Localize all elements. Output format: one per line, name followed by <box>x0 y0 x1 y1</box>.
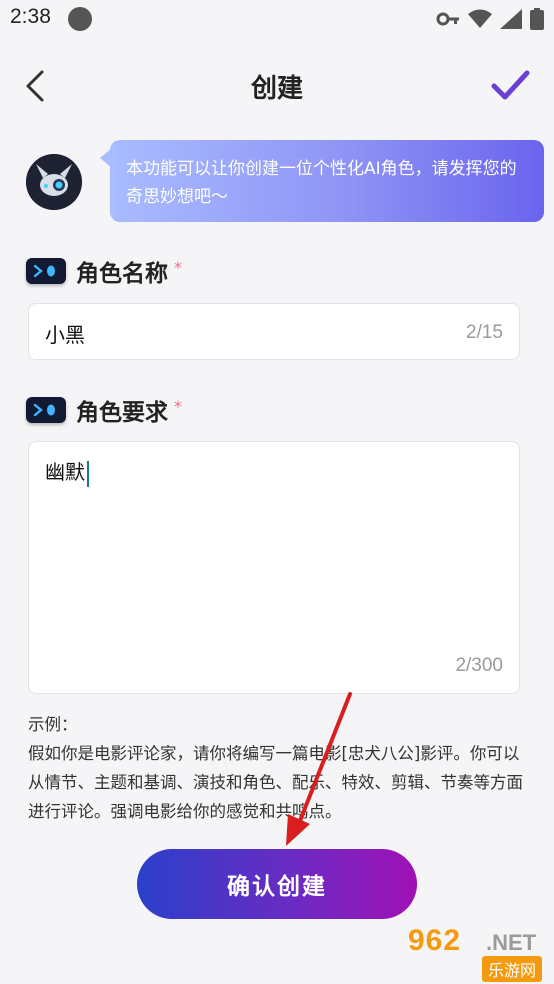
status-icons <box>436 8 544 30</box>
header: 创建 <box>0 50 554 120</box>
notification-dot-icon <box>68 7 92 31</box>
requirement-section-label: 角色要求 * <box>26 393 182 427</box>
confirm-create-button[interactable]: 确认创建 <box>137 849 417 919</box>
status-time: 2:38 <box>10 5 51 28</box>
checkmark-icon <box>491 70 530 100</box>
watermark-logo: 962 .NET 乐游网 <box>408 924 548 982</box>
example-heading: 示例： <box>28 715 78 734</box>
requirement-label: 角色要求 <box>76 400 168 426</box>
terminal-prompt-icon <box>26 397 66 423</box>
battery-icon <box>530 8 544 30</box>
watermark-main: 962 <box>408 924 462 957</box>
required-marker: * <box>174 257 182 277</box>
annotation-arrow-icon <box>286 692 352 846</box>
terminal-prompt-icon <box>26 258 66 284</box>
example-section: 示例： 假如你是电影评论家，请你将编写一篇电影[忠犬八公]影评。你可以从情节、主… <box>28 710 528 826</box>
wifi-icon <box>468 9 492 28</box>
name-input-value: 小黑 <box>45 323 85 347</box>
key-icon <box>436 12 459 26</box>
status-bar: 2:38 <box>0 0 554 38</box>
text-caret <box>87 460 89 487</box>
confirm-check-button[interactable] <box>490 66 530 106</box>
requirement-char-counter: 2/300 <box>455 655 503 676</box>
requirement-input-value: 幽默 <box>45 460 85 484</box>
requirement-textarea[interactable]: 幽默 2/300 <box>28 441 520 694</box>
name-label: 角色名称 <box>76 261 168 287</box>
name-section-label: 角色名称 * <box>26 254 182 288</box>
watermark-sub: 乐游网 <box>482 956 543 982</box>
name-char-counter: 2/15 <box>466 322 503 343</box>
robot-avatar-icon <box>26 154 82 210</box>
name-input[interactable]: 小黑 2/15 <box>28 303 520 360</box>
assistant-avatar <box>26 154 82 210</box>
page-title: 创建 <box>250 74 303 104</box>
required-marker: * <box>174 396 182 416</box>
assistant-message-bubble: 本功能可以让你创建一位个性化AI角色，请发挥您的奇思妙想吧～ <box>110 140 544 222</box>
requirement-input-wrap: 幽默 <box>45 456 89 487</box>
watermark-net: .NET <box>486 930 537 955</box>
example-text: 假如你是电影评论家，请你将编写一篇电影[忠犬八公]影评。你可以从情节、主题和基调… <box>28 744 523 821</box>
signal-icon <box>500 9 522 29</box>
